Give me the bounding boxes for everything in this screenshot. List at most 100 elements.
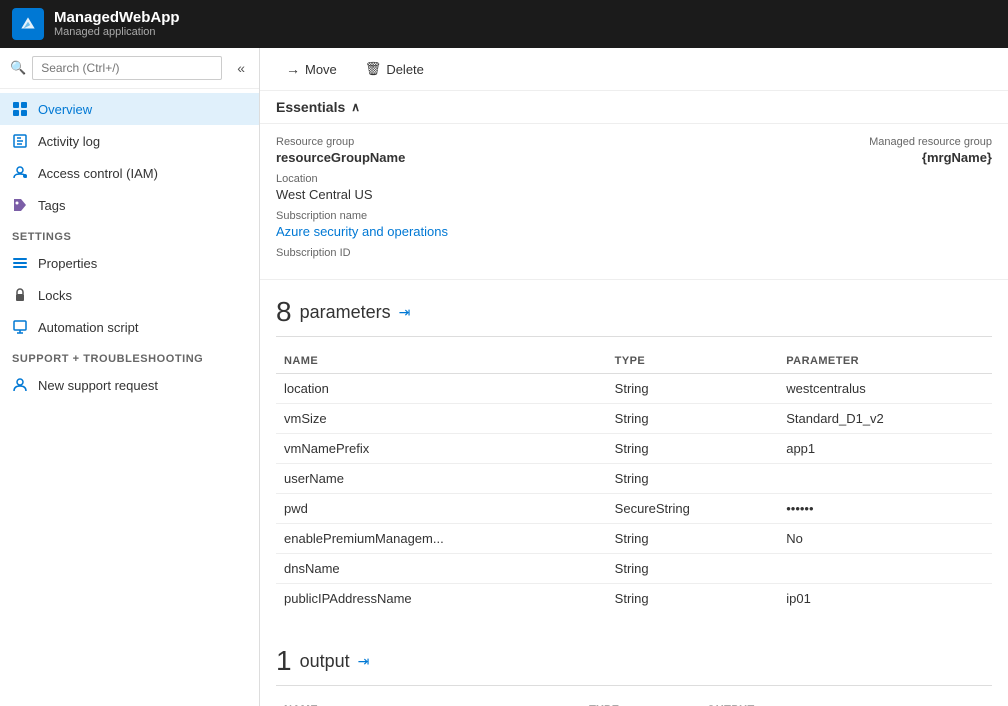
- table-row: userName String: [276, 464, 992, 494]
- resource-group-field: Resource group resourceGroupName: [276, 136, 634, 165]
- delete-button[interactable]: 🗑 Delete: [355, 56, 434, 82]
- col-name-header: NAME: [276, 349, 607, 374]
- param-type-cell: String: [607, 524, 779, 554]
- essentials-left: Resource group resourceGroupName Locatio…: [276, 136, 634, 267]
- app-title-group: ManagedWebApp Managed application: [54, 10, 180, 39]
- param-name-cell: vmSize: [276, 404, 607, 434]
- move-button[interactable]: → Move: [276, 56, 347, 82]
- essentials-heading: Essentials: [276, 99, 345, 115]
- param-name-cell: publicIPAddressName: [276, 584, 607, 614]
- out-col-output-header: OUTPUT: [699, 698, 992, 706]
- table-row: publicIPAddressName String ip01: [276, 584, 992, 614]
- param-value-cell: [778, 464, 992, 494]
- app-title: ManagedWebApp: [54, 10, 180, 27]
- output-heading: 1 output ⇥: [276, 645, 992, 686]
- output-table: NAME TYPE OUTPUT applicationEndpoint Str…: [276, 698, 992, 706]
- main-layout: 🔍 « Overview: [0, 48, 1008, 706]
- location-label: Location: [276, 173, 634, 185]
- param-type-cell: SecureString: [607, 494, 779, 524]
- app-icon: [12, 8, 44, 40]
- properties-icon: [12, 255, 28, 271]
- subscription-name-value[interactable]: Azure security and operations: [276, 224, 448, 239]
- sidebar-item-tags-label: Tags: [38, 198, 65, 213]
- parameters-table: NAME TYPE PARAMETER location String west…: [276, 349, 992, 613]
- output-section: 1 output ⇥ NAME TYPE OUTPUT applicationE…: [260, 629, 1008, 706]
- param-type-cell: String: [607, 374, 779, 404]
- managed-rg-label: Managed resource group: [869, 136, 992, 148]
- sidebar-item-activity-log[interactable]: Activity log: [0, 125, 259, 157]
- tags-icon: [12, 197, 28, 213]
- access-icon: [12, 165, 28, 181]
- output-count: 1: [276, 645, 292, 677]
- subscription-id-label: Subscription ID: [276, 247, 634, 259]
- subscription-name-field: Subscription name Azure security and ope…: [276, 210, 634, 239]
- sidebar-item-support-label: New support request: [38, 378, 158, 393]
- essentials-content: Resource group resourceGroupName Locatio…: [260, 124, 1008, 280]
- table-row: enablePremiumManagem... String No: [276, 524, 992, 554]
- col-type-header: TYPE: [607, 349, 779, 374]
- sidebar-collapse-button[interactable]: «: [233, 58, 249, 78]
- essentials-right: Managed resource group {mrgName}: [634, 136, 992, 267]
- parameters-count: 8: [276, 296, 292, 328]
- overview-icon: [12, 101, 28, 117]
- support-section-label: SUPPORT + TROUBLESHOOTING: [0, 343, 259, 369]
- sidebar-item-properties[interactable]: Properties: [0, 247, 259, 279]
- param-name-cell: enablePremiumManagem...: [276, 524, 607, 554]
- param-value-cell: No: [778, 524, 992, 554]
- parameters-label: parameters: [300, 302, 391, 323]
- parameters-heading: 8 parameters ⇥: [276, 296, 992, 337]
- param-type-cell: String: [607, 434, 779, 464]
- location-value: West Central US: [276, 187, 634, 202]
- out-col-type-header: TYPE: [581, 698, 699, 706]
- param-value-cell: westcentralus: [778, 374, 992, 404]
- sidebar-item-overview[interactable]: Overview: [0, 93, 259, 125]
- sidebar-item-support[interactable]: New support request: [0, 369, 259, 401]
- param-type-cell: String: [607, 554, 779, 584]
- managed-rg-value: {mrgName}: [869, 150, 992, 165]
- output-label: output: [300, 651, 350, 672]
- parameters-link-icon[interactable]: ⇥: [399, 304, 411, 321]
- subscription-name-label: Subscription name: [276, 210, 634, 222]
- sidebar-item-automation-label: Automation script: [38, 320, 138, 335]
- automation-icon: [12, 319, 28, 335]
- param-name-cell: dnsName: [276, 554, 607, 584]
- param-type-cell: String: [607, 464, 779, 494]
- toolbar: → Move 🗑 Delete: [260, 48, 1008, 91]
- delete-label: Delete: [386, 62, 424, 77]
- sidebar-item-access-control[interactable]: Access control (IAM): [0, 157, 259, 189]
- param-type-cell: String: [607, 584, 779, 614]
- sidebar-nav: Overview Activity log: [0, 89, 259, 405]
- sidebar-item-properties-label: Properties: [38, 256, 97, 271]
- sidebar-item-activity-label: Activity log: [38, 134, 100, 149]
- sidebar-item-tags[interactable]: Tags: [0, 189, 259, 221]
- sidebar-item-overview-label: Overview: [38, 102, 92, 117]
- sidebar-item-locks[interactable]: Locks: [0, 279, 259, 311]
- managed-resource-group-group: Managed resource group {mrgName}: [869, 136, 992, 267]
- param-value-cell: app1: [778, 434, 992, 464]
- param-type-cell: String: [607, 404, 779, 434]
- move-label: Move: [305, 62, 337, 77]
- parameters-section: 8 parameters ⇥ NAME TYPE PARAMETER locat…: [260, 280, 1008, 629]
- table-row: pwd SecureString ••••••: [276, 494, 992, 524]
- param-name-cell: location: [276, 374, 607, 404]
- support-icon: [12, 377, 28, 393]
- param-value-cell: [778, 554, 992, 584]
- param-value-cell: ip01: [778, 584, 992, 614]
- search-input[interactable]: [32, 56, 222, 80]
- resource-group-label: Resource group: [276, 136, 634, 148]
- essentials-chevron-icon: ∧: [351, 100, 360, 114]
- table-row: vmNamePrefix String app1: [276, 434, 992, 464]
- table-row: dnsName String: [276, 554, 992, 584]
- essentials-header: Essentials ∧: [260, 91, 1008, 124]
- param-value-cell: ••••••: [778, 494, 992, 524]
- sidebar-item-automation[interactable]: Automation script: [0, 311, 259, 343]
- out-col-name-header: NAME: [276, 698, 581, 706]
- param-name-cell: pwd: [276, 494, 607, 524]
- param-value-cell: Standard_D1_v2: [778, 404, 992, 434]
- output-link-icon[interactable]: ⇥: [358, 653, 370, 670]
- settings-section-label: SETTINGS: [0, 221, 259, 247]
- subscription-id-field: Subscription ID: [276, 247, 634, 259]
- table-row: location String westcentralus: [276, 374, 992, 404]
- resource-group-value: resourceGroupName: [276, 150, 634, 165]
- sidebar-item-locks-label: Locks: [38, 288, 72, 303]
